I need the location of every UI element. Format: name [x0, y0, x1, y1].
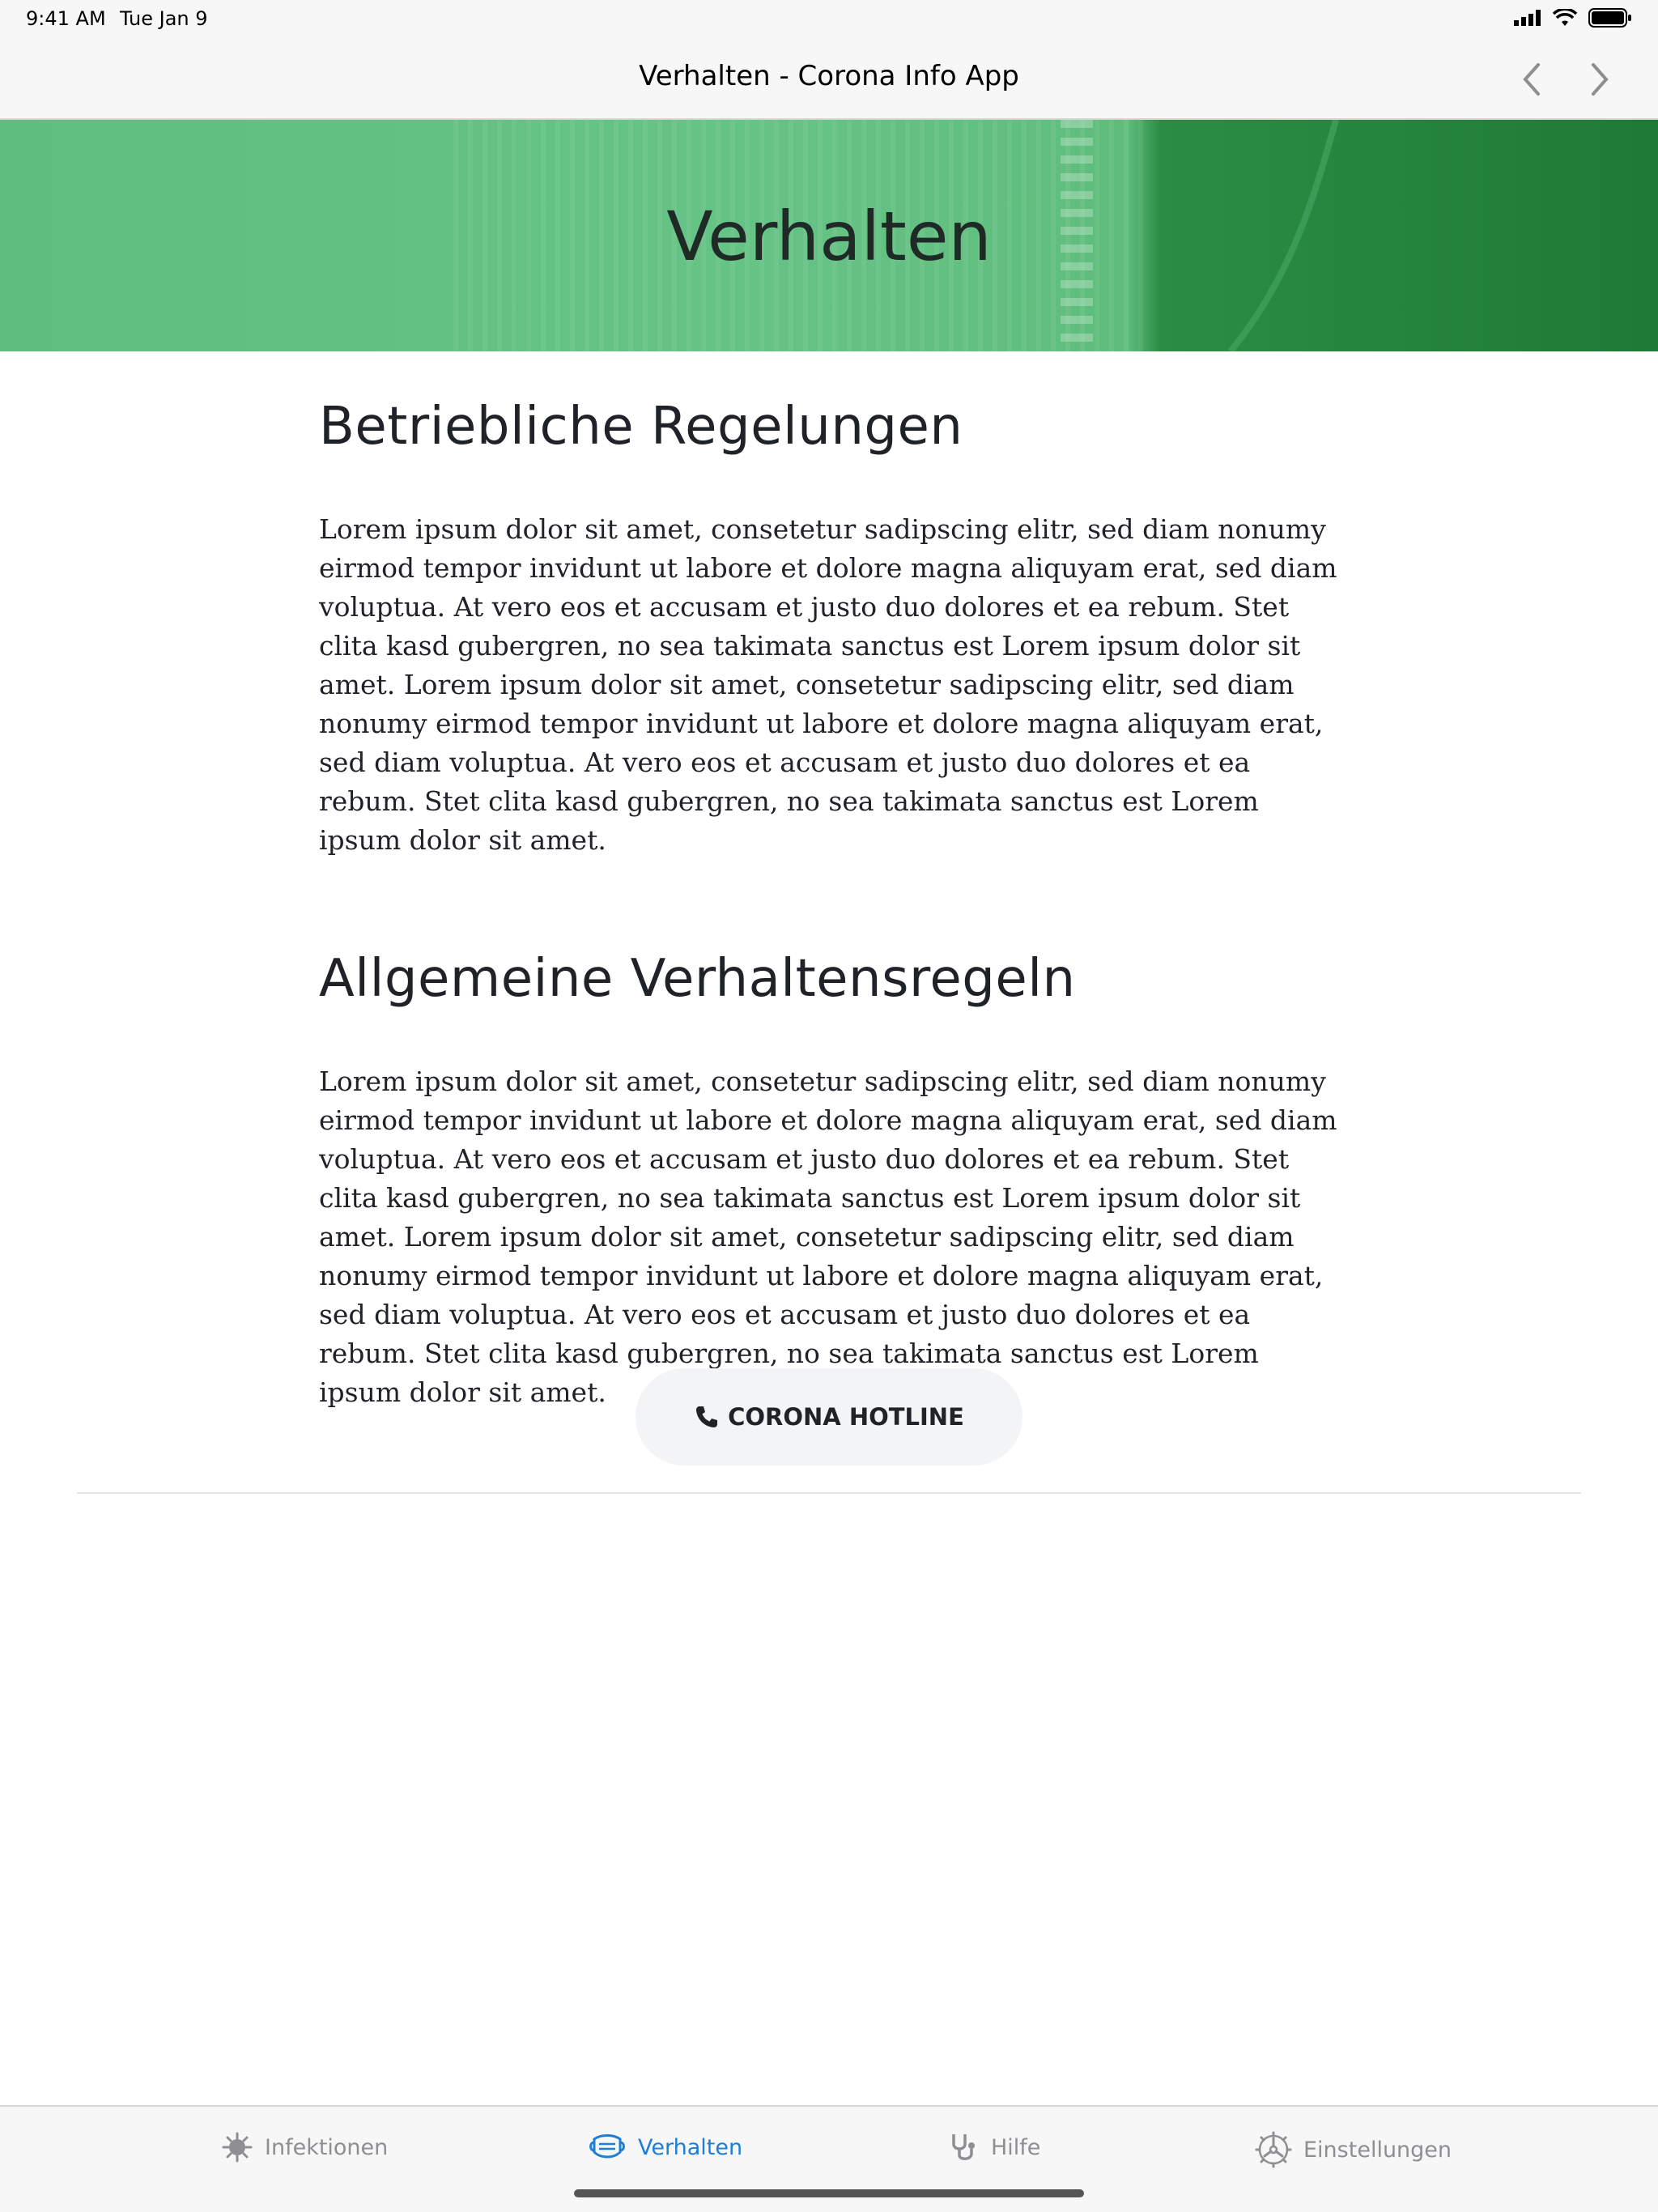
navigation-bar: Verhalten - Corona Info App: [0, 39, 1658, 120]
signal-icon: [1514, 10, 1541, 26]
section-body: Lorem ipsum dolor sit amet, consetetur s…: [319, 1066, 1337, 1408]
chevron-left-icon: [1523, 63, 1540, 96]
section-allgemeine-verhaltensregeln: Allgemeine Verhaltensregeln Lorem ipsum …: [319, 949, 1347, 1412]
mask-icon: [589, 2134, 625, 2159]
chevron-right-icon: [1592, 63, 1609, 96]
section-heading: Allgemeine Verhaltensregeln: [319, 949, 1076, 1009]
tab-label: Einstellungen: [1303, 2137, 1452, 2163]
wifi-icon: [1553, 9, 1577, 26]
home-indicator: [574, 2189, 1084, 2197]
status-time: 9:41 AM: [26, 7, 106, 30]
gear-icon: [1255, 2131, 1292, 2168]
page-title: Verhalten - Corona Info App: [639, 60, 1019, 92]
tab-label: Hilfe: [991, 2134, 1041, 2160]
main-content: Betriebliche Regelungen Lorem ipsum dolo…: [319, 397, 1347, 1412]
tab-label: Verhalten: [638, 2134, 743, 2160]
phone-icon: [696, 1406, 718, 1427]
section-body: Lorem ipsum dolor sit amet, consetetur s…: [319, 513, 1337, 856]
section-heading: Betriebliche Regelungen: [319, 397, 963, 457]
tab-einstellungen[interactable]: Einstellungen: [1255, 2131, 1452, 2168]
status-date: Tue Jan 9: [120, 7, 208, 30]
section-betriebliche-regelungen: Betriebliche Regelungen Lorem ipsum dolo…: [319, 397, 1347, 860]
stethoscope-icon: [952, 2134, 975, 2160]
hotline-label: CORONA HOTLINE: [728, 1403, 964, 1431]
tab-label: Infektionen: [265, 2134, 389, 2160]
forward-button[interactable]: [1575, 55, 1624, 104]
battery-icon: [1588, 8, 1631, 28]
status-icons: [1514, 8, 1632, 28]
hero-banner: Verhalten: [0, 120, 1658, 351]
hotline-container: CORONA HOTLINE: [0, 1368, 1658, 1465]
back-button[interactable]: [1507, 55, 1556, 104]
status-bar: 9:41 AM Tue Jan 9: [0, 0, 1658, 39]
tab-verhalten[interactable]: Verhalten: [588, 2131, 742, 2163]
tab-hilfe[interactable]: Hilfe: [947, 2131, 1040, 2163]
hero-title: Verhalten: [666, 197, 992, 276]
virus-icon: [222, 2132, 253, 2163]
tab-infektionen[interactable]: Infektionen: [221, 2131, 388, 2163]
corona-hotline-button[interactable]: CORONA HOTLINE: [636, 1368, 1022, 1465]
divider: [77, 1492, 1581, 1494]
